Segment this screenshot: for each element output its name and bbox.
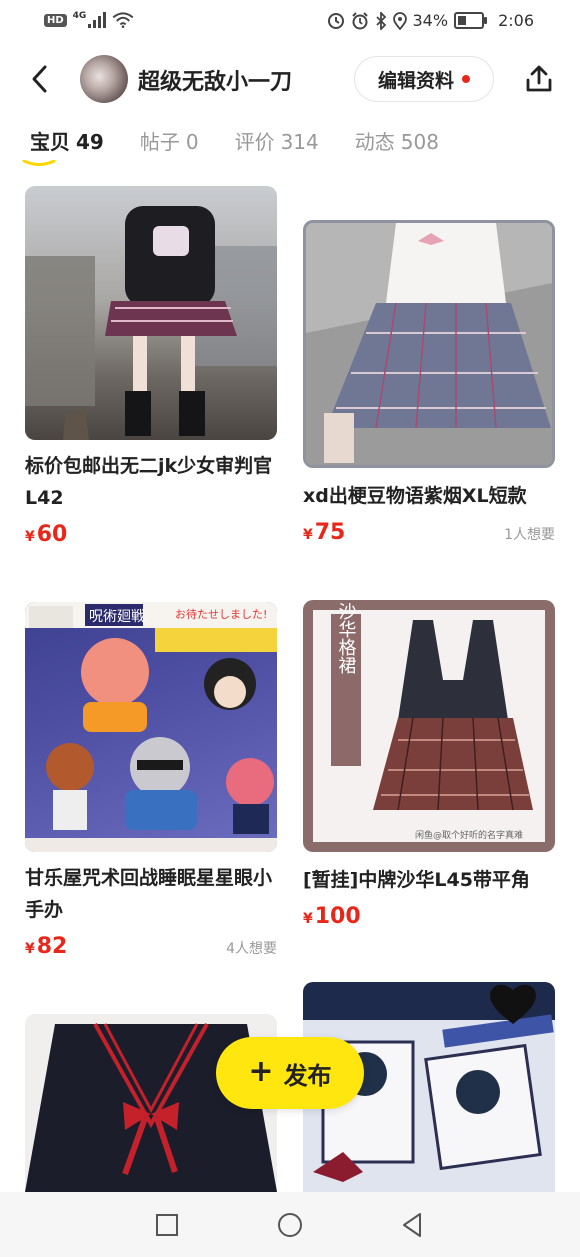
battery-percent: 34%	[412, 11, 449, 30]
share-icon[interactable]	[524, 64, 554, 94]
hd-badge: HD	[44, 13, 67, 27]
product-image: 沙华格裙 闲鱼@取个好听的名字真难	[303, 600, 555, 852]
svg-text:呪術廻戦: 呪術廻戦	[89, 609, 145, 625]
profile-tabs: 宝贝 49 帖子 0 评价 314 动态 508	[30, 126, 439, 166]
product-title: 标价包邮出无二jk少女审判官L42	[25, 455, 273, 509]
product-title: xd出梗豆物语紫烟XL短款	[303, 485, 527, 507]
home-icon[interactable]	[275, 1210, 305, 1240]
recent-apps-icon[interactable]	[152, 1210, 182, 1240]
tab-posts[interactable]: 帖子 0	[140, 126, 199, 166]
product-image	[303, 220, 555, 468]
profile-header: 超级无敌小一刀 编辑资料	[0, 52, 580, 108]
svg-text:お待たせしました!: お待たせしました!	[175, 607, 267, 621]
publish-label: 发布	[283, 1061, 332, 1090]
product-image: 呪術廻戦 お待たせしました!	[25, 602, 277, 852]
svg-text:闲鱼@取个好听的名字真难: 闲鱼@取个好听的名字真难	[415, 829, 523, 841]
product-price: ¥75	[303, 520, 346, 545]
product-price: ¥60	[25, 522, 68, 547]
product-title: 甘乐屋咒术回战睡眠星星眼小手办	[25, 867, 273, 921]
alarm-icon	[327, 12, 344, 29]
avatar[interactable]	[80, 55, 128, 103]
want-count: 1人想要	[504, 527, 555, 543]
publish-button[interactable]: + 发布	[216, 1037, 364, 1109]
svg-text:沙华格裙: 沙华格裙	[336, 602, 357, 674]
wifi-icon	[112, 12, 134, 28]
want-count: 4人想要	[226, 941, 277, 957]
product-card[interactable]: 沙华格裙 闲鱼@取个好听的名字真难 [暂挂]中牌沙华L45带平角 ¥100	[303, 600, 555, 929]
product-card[interactable]: 呪術廻戦 お待たせしました! 甘乐屋咒术回战睡眠星星眼小手办 ¥82 4人想要	[25, 602, 277, 959]
product-image	[25, 186, 277, 440]
back-arrow-icon[interactable]	[26, 64, 56, 94]
product-price: ¥100	[303, 904, 361, 929]
tab-activity[interactable]: 动态 508	[355, 126, 439, 166]
plus-icon: +	[248, 1053, 274, 1089]
system-nav-bar	[0, 1192, 580, 1257]
product-card[interactable]: 标价包邮出无二jk少女审判官L42 ¥60	[25, 186, 277, 547]
signal-icon	[88, 12, 107, 28]
nav-back-icon[interactable]	[398, 1210, 428, 1240]
tab-reviews[interactable]: 评价 314	[235, 126, 319, 166]
location-icon	[392, 11, 407, 30]
user-nickname: 超级无敌小一刀	[138, 70, 293, 95]
status-bar: HD 4G 34% 2:06	[0, 0, 580, 44]
bluetooth-icon	[375, 11, 386, 30]
network-type: 4G	[72, 11, 87, 21]
product-price: ¥82	[25, 934, 68, 959]
active-tab-indicator	[22, 160, 56, 166]
product-title: [暂挂]中牌沙华L45带平角	[303, 869, 530, 891]
edit-profile-button[interactable]: 编辑资料	[354, 56, 494, 102]
notification-dot	[462, 75, 470, 83]
product-card[interactable]: xd出梗豆物语紫烟XL短款 ¥75 1人想要	[303, 220, 555, 545]
battery-icon	[454, 12, 488, 29]
status-time: 2:06	[498, 11, 534, 30]
clock-icon	[351, 11, 368, 29]
edit-profile-label: 编辑资料	[377, 69, 454, 92]
